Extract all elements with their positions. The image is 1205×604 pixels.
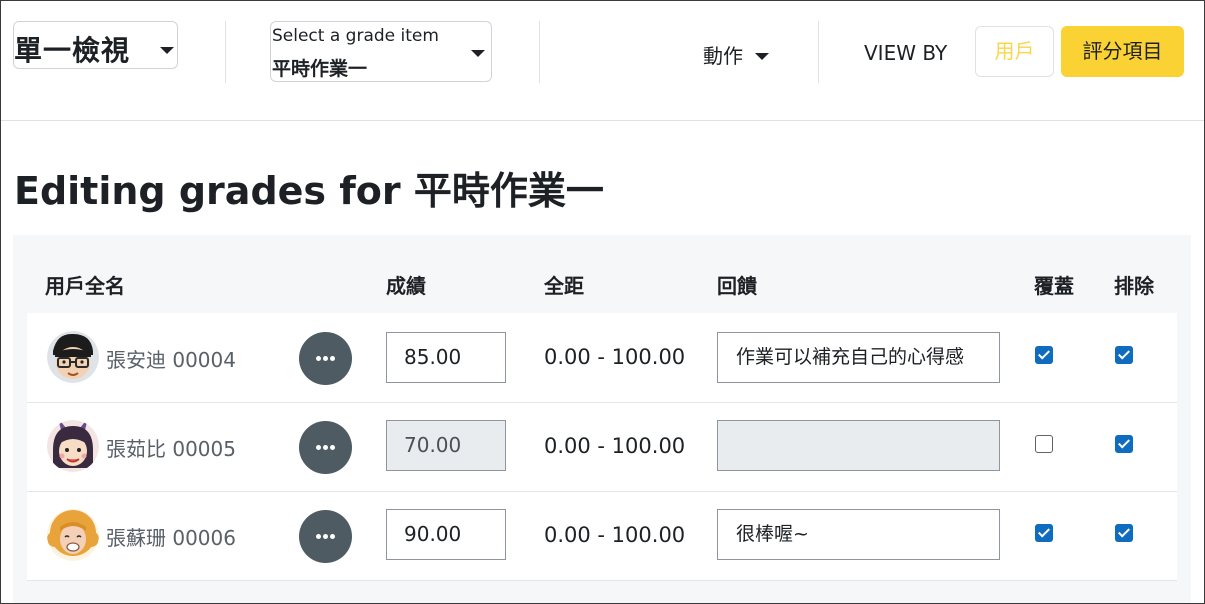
user-fullname[interactable]: 張蘇珊 00006 xyxy=(106,522,236,551)
exclude-checkbox[interactable] xyxy=(1115,524,1133,542)
override-checkbox[interactable] xyxy=(1035,524,1053,542)
tertiary-navigation: 單一檢視 Select a grade item 平時作業一 動作 VIEW B… xyxy=(0,0,1205,121)
chevron-down-icon xyxy=(471,50,485,57)
exclude-checkbox[interactable] xyxy=(1115,346,1133,364)
more-actions-icon xyxy=(316,445,336,451)
column-header-feedback: 回饋 xyxy=(717,274,757,298)
view-selector-label: 單一檢視 xyxy=(14,34,131,67)
user-fullname[interactable]: 張茹比 00005 xyxy=(106,433,236,462)
table-row: 張安迪 00004 85.00 0.00 - 100.00 作業可以補充自己的心… xyxy=(27,313,1177,403)
page-title: Editing grades for 平時作業一 xyxy=(14,169,604,213)
grade-input[interactable]: 85.00 xyxy=(386,332,506,383)
more-actions-icon xyxy=(316,534,336,540)
override-checkbox[interactable] xyxy=(1035,346,1053,364)
divider xyxy=(225,21,226,83)
more-actions-button[interactable] xyxy=(299,510,352,563)
divider xyxy=(539,21,540,83)
feedback-input[interactable]: 很棒喔~ xyxy=(717,509,1000,560)
view-selector[interactable]: 單一檢視 xyxy=(13,21,178,69)
grade-range: 0.00 - 100.00 xyxy=(544,345,686,369)
more-actions-icon xyxy=(316,356,336,362)
column-header-override: 覆蓋 xyxy=(1034,274,1074,298)
more-actions-button[interactable] xyxy=(299,421,352,474)
chevron-down-icon xyxy=(755,53,769,60)
feedback-input[interactable]: 作業可以補充自己的心得感 xyxy=(717,332,1000,383)
chevron-down-icon xyxy=(160,47,174,54)
grade-item-selector-value: 平時作業一 xyxy=(272,58,368,80)
avatar xyxy=(47,420,99,472)
grade-range: 0.00 - 100.00 xyxy=(544,523,686,547)
column-header-grade: 成績 xyxy=(386,274,426,298)
column-header-range: 全距 xyxy=(544,274,584,298)
grade-range: 0.00 - 100.00 xyxy=(544,434,686,458)
view-by-label: VIEW BY xyxy=(864,41,948,65)
divider xyxy=(818,21,819,83)
table-row: 張蘇珊 00006 90.00 0.00 - 100.00 很棒喔~ xyxy=(27,492,1177,581)
exclude-checkbox[interactable] xyxy=(1115,435,1133,453)
grade-input[interactable]: 90.00 xyxy=(386,509,506,560)
feedback-input xyxy=(717,420,1000,471)
column-header-exclude: 排除 xyxy=(1114,274,1154,298)
override-checkbox[interactable] xyxy=(1035,435,1053,453)
avatar xyxy=(47,509,99,561)
avatar xyxy=(47,331,99,383)
grade-input: 70.00 xyxy=(386,420,506,471)
actions-menu-label: 動作 xyxy=(703,44,743,68)
view-by-grade-item-button[interactable]: 評分項目 xyxy=(1061,26,1184,77)
column-header-fullname: 用戶全名 xyxy=(45,274,125,298)
table-row: 張茹比 00005 70.00 0.00 - 100.00 xyxy=(27,403,1177,492)
user-fullname[interactable]: 張安迪 00004 xyxy=(106,344,236,373)
actions-menu-button[interactable]: 動作 xyxy=(703,40,769,69)
grade-item-selector[interactable]: Select a grade item 平時作業一 xyxy=(270,21,492,82)
grade-item-selector-label: Select a grade item xyxy=(272,26,439,46)
view-by-user-button[interactable]: 用戶 xyxy=(975,26,1054,77)
more-actions-button[interactable] xyxy=(299,332,352,385)
